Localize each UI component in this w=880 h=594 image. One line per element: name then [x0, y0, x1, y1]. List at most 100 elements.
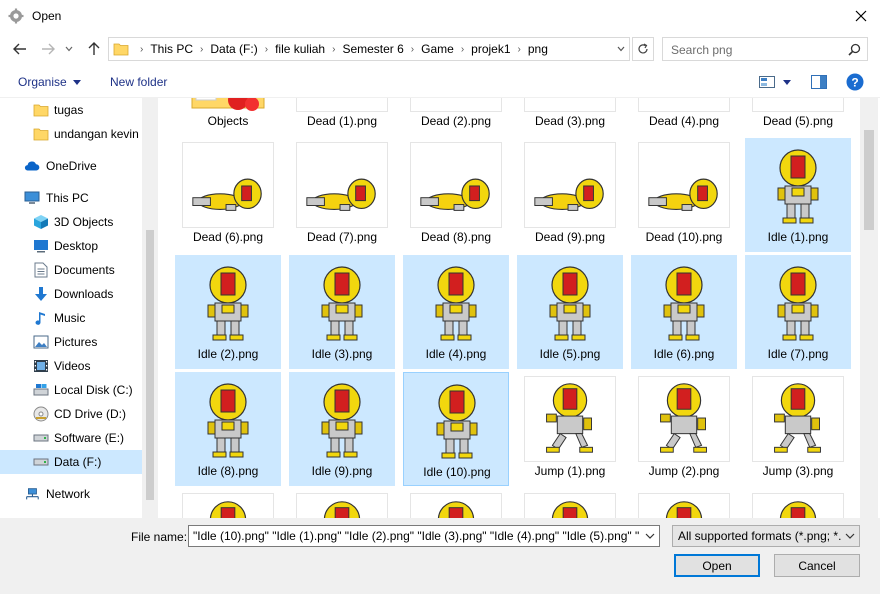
preview-pane-button[interactable]: [808, 72, 830, 92]
file-item[interactable]: [403, 489, 509, 518]
image-thumbnail: [182, 376, 274, 462]
cancel-button[interactable]: Cancel: [774, 554, 860, 577]
sidebar-item-label: Desktop: [54, 239, 99, 253]
search-icon[interactable]: [848, 43, 861, 59]
cube-icon: [33, 214, 49, 230]
sidebar-item-software-e[interactable]: Software (E:): [0, 426, 142, 450]
file-item-selected[interactable]: Idle (1).png: [745, 138, 851, 252]
sidebar-item-onedrive[interactable]: OneDrive: [0, 154, 142, 178]
folder-icon: [33, 126, 49, 142]
file-item[interactable]: Dead (10).png: [631, 138, 737, 252]
open-button[interactable]: Open: [674, 554, 760, 577]
file-item[interactable]: [517, 489, 623, 518]
sidebar-item-this-pc[interactable]: This PC: [0, 186, 142, 210]
sidebar-item-cd-drive-d[interactable]: CD Drive (D:): [0, 402, 142, 426]
file-name: Idle (8).png: [197, 464, 259, 478]
file-item[interactable]: Dead (4).png: [631, 98, 737, 136]
file-name: Idle (9).png: [311, 464, 373, 478]
file-item[interactable]: Jump (2).png: [631, 372, 737, 486]
robot-standing-icon: [549, 266, 591, 341]
sidebar-item-label: undangan kevin: [54, 127, 139, 141]
sidebar-item-network[interactable]: Network: [0, 482, 142, 506]
window-title: Open: [32, 9, 62, 23]
forward-button[interactable]: [38, 39, 58, 59]
sidebar-item-tugas[interactable]: tugas: [0, 98, 142, 122]
back-button[interactable]: [10, 39, 30, 59]
content-scrollbar-thumb[interactable]: [864, 130, 874, 230]
file-item-selected[interactable]: Idle (9).png: [289, 372, 395, 486]
file-item-objects[interactable]: Objects: [175, 98, 281, 136]
file-item[interactable]: Dead (7).png: [289, 138, 395, 252]
breadcrumb-item[interactable]: file kuliah: [275, 42, 325, 56]
file-item-selected[interactable]: Idle (7).png: [745, 255, 851, 369]
organise-button[interactable]: Organise: [18, 75, 81, 89]
file-list: Objects Dead (1).png Dead (2).png Dead (…: [166, 98, 860, 518]
file-item[interactable]: [175, 489, 281, 518]
file-item[interactable]: [745, 489, 851, 518]
sidebar-item-data-f[interactable]: Data (F:): [0, 450, 142, 474]
search-box[interactable]: [662, 37, 868, 61]
file-type-select[interactable]: All supported formats (*.png; *.: [672, 525, 860, 547]
caret-down-icon: [72, 79, 81, 85]
up-button[interactable]: [84, 39, 104, 59]
file-item[interactable]: Dead (5).png: [745, 98, 851, 136]
image-thumbnail: [524, 259, 616, 345]
change-view-button[interactable]: [756, 72, 794, 92]
breadcrumb-item[interactable]: png: [528, 42, 548, 56]
file-name: Dead (4).png: [648, 114, 720, 128]
file-item-selected[interactable]: Idle (6).png: [631, 255, 737, 369]
arrow-right-icon: [42, 43, 55, 55]
file-item[interactable]: [631, 489, 737, 518]
image-thumbnail: [524, 493, 616, 518]
file-name: Dead (7).png: [306, 230, 378, 244]
sidebar-item-pictures[interactable]: Pictures: [0, 330, 142, 354]
file-item[interactable]: Dead (8).png: [403, 138, 509, 252]
file-item-focused[interactable]: Idle (10).png: [403, 372, 509, 486]
file-item[interactable]: Dead (9).png: [517, 138, 623, 252]
file-item[interactable]: [289, 489, 395, 518]
file-item-selected[interactable]: Idle (2).png: [175, 255, 281, 369]
new-folder-button[interactable]: New folder: [110, 75, 167, 89]
file-item[interactable]: Jump (3).png: [745, 372, 851, 486]
file-item[interactable]: Dead (1).png: [289, 98, 395, 136]
file-item[interactable]: Dead (3).png: [517, 98, 623, 136]
refresh-button[interactable]: [632, 37, 654, 61]
recent-locations-button[interactable]: [62, 39, 76, 59]
breadcrumb-item[interactable]: Data (F:): [210, 42, 257, 56]
sidebar-item-documents[interactable]: Documents: [0, 258, 142, 282]
sidebar-item-downloads[interactable]: Downloads: [0, 282, 142, 306]
sidebar-item-3d-objects[interactable]: 3D Objects: [0, 210, 142, 234]
chevron-down-icon[interactable]: [645, 529, 655, 543]
image-thumbnail: [524, 142, 616, 228]
help-button[interactable]: ?: [844, 72, 866, 92]
breadcrumb-item[interactable]: Game: [421, 42, 454, 56]
image-thumbnail: [410, 493, 502, 518]
sidebar-item-desktop[interactable]: Desktop: [0, 234, 142, 258]
sidebar-item-music[interactable]: Music: [0, 306, 142, 330]
robot-standing-icon: [663, 266, 705, 341]
breadcrumb-item[interactable]: Semester 6: [342, 42, 403, 56]
address-history-button[interactable]: [612, 37, 630, 61]
sidebar-scrollbar-thumb[interactable]: [146, 230, 154, 500]
sidebar-item-local-disk-c[interactable]: Local Disk (C:): [0, 378, 142, 402]
robot-standing-icon: [777, 149, 819, 224]
address-bar[interactable]: › This PC › Data (F:) › file kuliah › Se…: [108, 37, 630, 61]
breadcrumb-item[interactable]: This PC: [150, 42, 193, 56]
sidebar-item-undangan-kevin[interactable]: undangan kevin: [0, 122, 142, 146]
file-item[interactable]: Dead (2).png: [403, 98, 509, 136]
robot-standing-icon: [207, 383, 249, 458]
search-input[interactable]: [669, 42, 839, 58]
breadcrumb-item[interactable]: projek1: [471, 42, 510, 56]
file-item[interactable]: Jump (1).png: [517, 372, 623, 486]
close-button[interactable]: [846, 4, 876, 28]
sidebar-item-videos[interactable]: Videos: [0, 354, 142, 378]
file-item-selected[interactable]: Idle (5).png: [517, 255, 623, 369]
sidebar-item-label: tugas: [54, 103, 84, 117]
file-name-input[interactable]: "Idle (10).png" "Idle (1).png" "Idle (2)…: [188, 525, 660, 547]
navigation-pane: tugas undangan kevin OneDrive This PC 3D…: [0, 98, 158, 518]
file-item[interactable]: Dead (6).png: [175, 138, 281, 252]
file-item-selected[interactable]: Idle (4).png: [403, 255, 509, 369]
file-item-selected[interactable]: Idle (8).png: [175, 372, 281, 486]
file-item-selected[interactable]: Idle (3).png: [289, 255, 395, 369]
sidebar-item-label: Downloads: [54, 287, 114, 301]
